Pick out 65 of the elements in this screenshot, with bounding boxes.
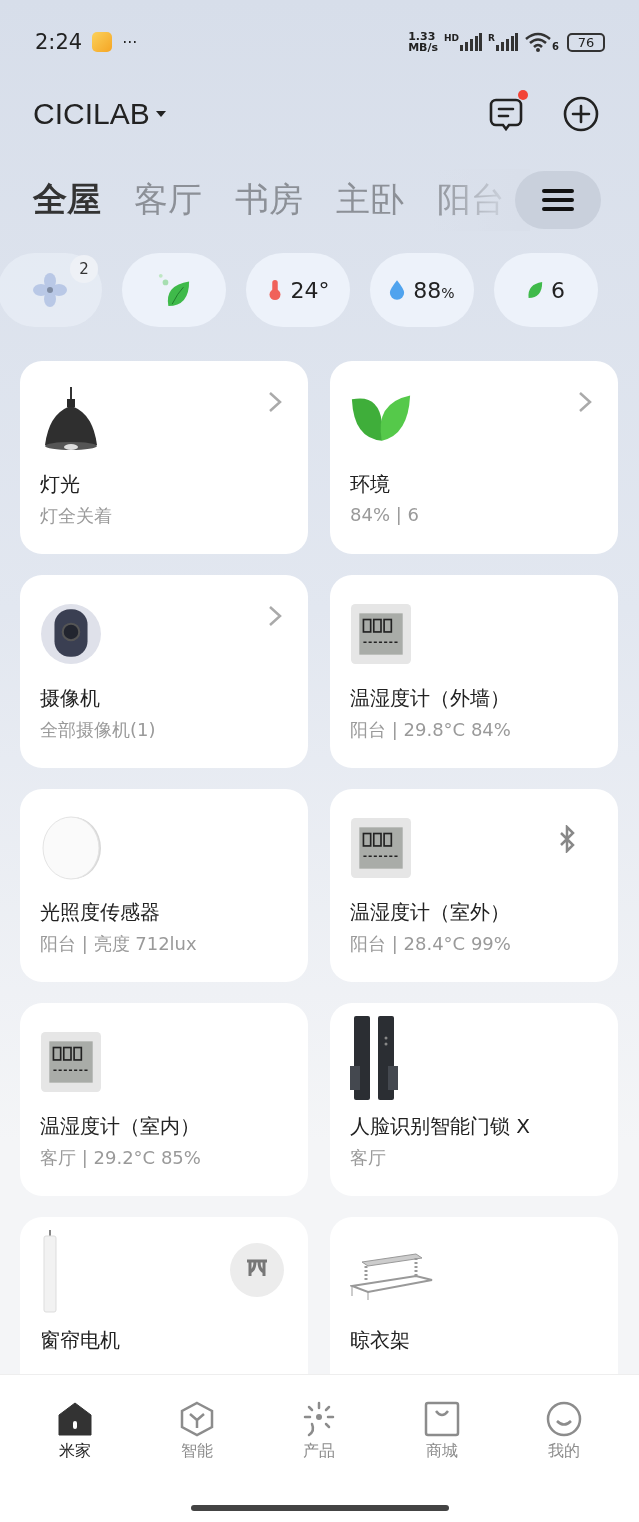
thermometer-drawing [350, 601, 412, 667]
device-name: 晾衣架 [350, 1327, 411, 1354]
camera-drawing [40, 601, 102, 667]
device-status: 灯全关着 [40, 504, 113, 528]
messages-button[interactable] [488, 96, 524, 132]
water-drop-icon [389, 279, 406, 301]
room-tab[interactable]: 全屋 [33, 177, 101, 223]
device-status: 阳台 | 28.4°C 99% [350, 932, 512, 956]
leaf-icon [157, 272, 191, 308]
shopping-bag-icon [423, 1401, 460, 1437]
device-card[interactable]: 晾衣架 [330, 1217, 618, 1374]
status-chip[interactable]: 2 [0, 253, 102, 327]
nav-tab[interactable]: 智能 [179, 1401, 216, 1462]
device-name: 温湿度计（室内） [40, 1113, 201, 1140]
chip-value: 88% [413, 277, 455, 303]
device-status: 阳台 | 亮度 712lux [40, 932, 198, 956]
fan-icon [33, 272, 67, 308]
chip-value: 24° [290, 277, 330, 303]
status-chip[interactable]: 88% [370, 253, 474, 327]
network-speed: 1.33 MB/s [408, 31, 439, 53]
caret-icon [155, 110, 166, 118]
more-notifications: ··· [122, 32, 138, 52]
leaf-icon [527, 279, 543, 301]
status-chip[interactable]: 24° [246, 253, 350, 327]
app-notification-icon [92, 32, 113, 52]
home-icon [57, 1401, 94, 1437]
device-name: 环境 [350, 471, 391, 498]
device-card[interactable]: 环境 84% | 6 [330, 361, 618, 554]
clock: 2:24 [35, 30, 83, 54]
count-badge: 2 [70, 255, 98, 283]
menu-icon [542, 188, 574, 212]
home-selector[interactable]: CICILAB [33, 97, 166, 131]
device-card[interactable]: 光照度传感器 阳台 | 亮度 712lux [20, 789, 308, 982]
smiley-icon [545, 1401, 582, 1437]
device-name: 摄像机 [40, 685, 101, 712]
device-card[interactable]: 温湿度计（外墙） 阳台 | 29.8°C 84% [330, 575, 618, 768]
device-status: 客厅 | 29.2°C 85% [40, 1146, 202, 1170]
device-name: 温湿度计（室外） [350, 899, 511, 926]
status-chip[interactable]: 6 [494, 253, 598, 327]
device-card[interactable]: 人脸识别智能门锁 X 客厅 [330, 1003, 618, 1196]
device-name: 光照度传感器 [40, 899, 161, 926]
device-name: 温湿度计（外墙） [350, 685, 511, 712]
device-status: 阳台 | 29.8°C 84% [350, 718, 512, 742]
thermometer-drawing [350, 815, 412, 881]
nav-tab[interactable]: 米家 [57, 1401, 94, 1462]
device-name: 灯光 [40, 471, 81, 498]
nav-tab[interactable]: 商城 [423, 1401, 460, 1462]
nav-tab[interactable]: 产品 [301, 1401, 338, 1462]
device-name: 人脸识别智能门锁 X [350, 1113, 532, 1140]
device-card[interactable]: 温湿度计（室外） 阳台 | 28.4°C 99% [330, 789, 618, 982]
device-card[interactable]: 温湿度计（室内） 客厅 | 29.2°C 85% [20, 1003, 308, 1196]
hexagon-icon [179, 1401, 216, 1437]
device-card[interactable]: 窗帘电机 [20, 1217, 308, 1374]
nav-tab[interactable]: 我的 [545, 1401, 582, 1462]
battery-icon: 76 [567, 32, 605, 52]
thermometer-drawing [40, 1029, 102, 1095]
chip-value: 6 [551, 277, 565, 303]
device-card[interactable]: 灯光 灯全关着 [20, 361, 308, 554]
device-name: 窗帘电机 [40, 1327, 121, 1354]
device-status: 84% | 6 [350, 504, 420, 525]
device-status: 客厅 [350, 1146, 387, 1170]
disc-sensor-drawing [40, 815, 102, 881]
add-button[interactable] [563, 96, 599, 132]
device-card[interactable]: 摄像机 全部摄像机(1) [20, 575, 308, 768]
device-status: 全部摄像机(1) [40, 718, 157, 742]
